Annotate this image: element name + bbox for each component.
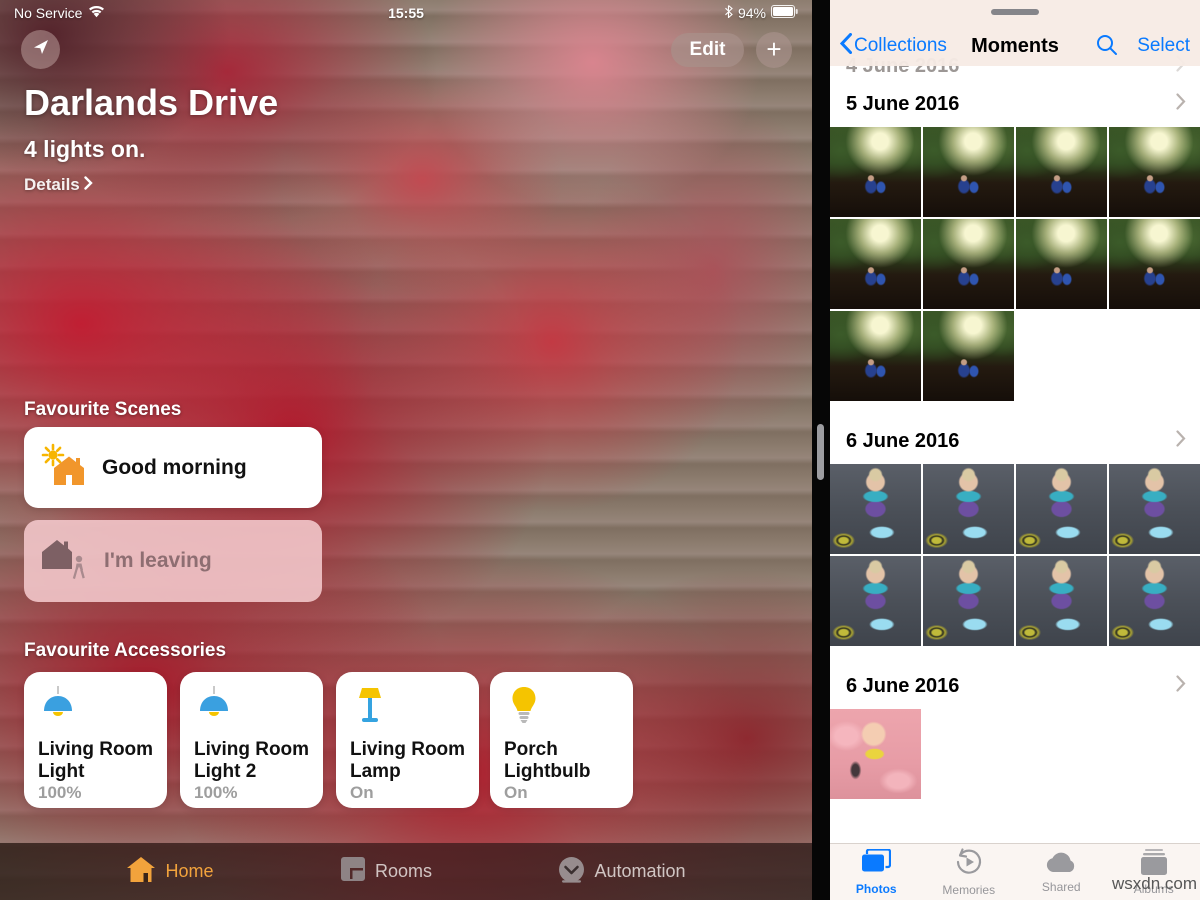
tab-rooms[interactable]: Rooms <box>340 856 432 887</box>
chevron-right-icon <box>1176 93 1186 115</box>
tab-shared[interactable]: Shared <box>1015 844 1108 900</box>
battery-icon <box>771 5 798 21</box>
battery-percent: 94% <box>738 5 766 21</box>
moment-section-header[interactable]: 6 June 2016 <box>830 668 1200 704</box>
accessory-porch-lightbulb[interactable]: Porch Lightbulb On <box>490 672 633 808</box>
split-view-drag-handle[interactable] <box>817 424 824 480</box>
tab-memories[interactable]: Memories <box>923 844 1016 900</box>
split-view-divider <box>812 0 830 900</box>
photo-thumbnail[interactable] <box>923 464 1014 554</box>
home-tab-bar: Home Rooms Automation <box>0 843 812 900</box>
home-icon <box>126 856 156 888</box>
photo-thumbnail[interactable] <box>1109 219 1200 309</box>
chevron-right-icon <box>1176 675 1186 697</box>
select-button[interactable]: Select <box>1137 30 1190 62</box>
accessory-living-room-light[interactable]: Living Room Light 100% <box>24 672 167 808</box>
moment-section-header[interactable]: 6 June 2016 <box>830 423 1200 459</box>
favourite-scenes-header: Favourite Scenes <box>24 399 181 421</box>
favourite-accessories-header: Favourite Accessories <box>24 640 226 662</box>
automation-icon <box>558 856 585 888</box>
home-app-pane: No Service 15:55 94% Edit + Darlands Dri… <box>0 0 812 900</box>
location-button[interactable] <box>21 30 60 69</box>
photo-thumbnail[interactable] <box>1109 556 1200 646</box>
photo-thumbnail[interactable] <box>1016 219 1107 309</box>
accessory-name: Living Room Lamp <box>350 739 467 783</box>
scene-good-morning[interactable]: Good morning <box>24 427 322 508</box>
search-icon <box>1096 43 1118 60</box>
photo-thumbnail[interactable] <box>923 556 1014 646</box>
moments-sections: 5 June 2016 6 June 2016 6 June 2016 <box>830 78 1200 843</box>
house-person-icon <box>40 536 90 587</box>
photo-thumbnail[interactable] <box>830 709 921 799</box>
accessory-name: Porch Lightbulb <box>504 739 621 783</box>
photo-thumbnail[interactable] <box>830 556 921 646</box>
rooms-icon <box>340 856 366 887</box>
moment-section-header[interactable]: 5 June 2016 <box>830 86 1200 122</box>
moment-date: 6 June 2016 <box>846 430 959 453</box>
floor-lamp-icon <box>350 685 467 730</box>
accessory-name: Living Room Light <box>38 739 155 783</box>
location-arrow-icon <box>32 38 50 61</box>
photo-grid <box>830 127 1200 401</box>
tab-home[interactable]: Home <box>126 856 213 888</box>
details-link[interactable]: Details <box>24 175 93 195</box>
accessory-name: Living Room Light 2 <box>194 739 311 783</box>
photo-grid <box>830 709 1200 799</box>
lightbulb-icon <box>504 685 621 730</box>
tab-automation[interactable]: Automation <box>558 856 685 888</box>
watermark: wsxdn.com <box>1112 874 1197 894</box>
tab-photos[interactable]: Photos <box>830 844 923 900</box>
pendant-lamp-icon <box>38 685 155 730</box>
photos-app-pane: 4 June 2016 Collections Moments Select 5… <box>830 0 1200 900</box>
slide-over-handle[interactable] <box>991 9 1039 15</box>
moment-date: 5 June 2016 <box>846 93 959 116</box>
photo-grid <box>830 464 1200 646</box>
accessory-living-room-lamp[interactable]: Living Room Lamp On <box>336 672 479 808</box>
home-title: Darlands Drive <box>24 82 278 124</box>
photo-thumbnail[interactable] <box>830 464 921 554</box>
photo-thumbnail[interactable] <box>923 311 1014 401</box>
accessory-status: 100% <box>38 783 155 803</box>
photo-thumbnail[interactable] <box>1109 127 1200 217</box>
accessory-status: 100% <box>194 783 311 803</box>
photo-thumbnail[interactable] <box>1109 464 1200 554</box>
status-bar: No Service 15:55 94% <box>0 0 812 26</box>
scene-im-leaving[interactable]: I'm leaving <box>24 520 322 602</box>
moment-date: 6 June 2016 <box>846 675 959 698</box>
house-sun-icon <box>40 442 88 493</box>
pendant-lamp-icon <box>194 685 311 730</box>
scene-label: Good morning <box>102 456 247 480</box>
edit-button[interactable]: Edit <box>671 33 744 67</box>
lights-status: 4 lights on. <box>24 136 145 163</box>
photo-thumbnail[interactable] <box>923 127 1014 217</box>
cloud-icon <box>1045 851 1077 878</box>
photo-thumbnail[interactable] <box>1016 127 1107 217</box>
add-button[interactable]: + <box>756 32 792 68</box>
accessory-living-room-light-2[interactable]: Living Room Light 2 100% <box>180 672 323 808</box>
photo-thumbnail[interactable] <box>830 127 921 217</box>
photos-nav-bar: Collections Moments Select <box>830 0 1200 66</box>
scene-label: I'm leaving <box>104 549 212 573</box>
photo-thumbnail[interactable] <box>1016 556 1107 646</box>
chevron-right-icon <box>1176 430 1186 452</box>
photo-thumbnail[interactable] <box>830 219 921 309</box>
photo-thumbnail[interactable] <box>923 219 1014 309</box>
photo-thumbnail[interactable] <box>1016 464 1107 554</box>
bluetooth-icon <box>724 5 733 21</box>
memories-icon <box>955 848 983 881</box>
photo-thumbnail[interactable] <box>830 311 921 401</box>
accessory-status: On <box>504 783 621 803</box>
clock: 15:55 <box>0 5 812 21</box>
accessory-status: On <box>350 783 467 803</box>
photos-stack-icon <box>861 849 891 880</box>
search-button[interactable] <box>1096 34 1118 61</box>
chevron-right-icon <box>84 175 93 195</box>
